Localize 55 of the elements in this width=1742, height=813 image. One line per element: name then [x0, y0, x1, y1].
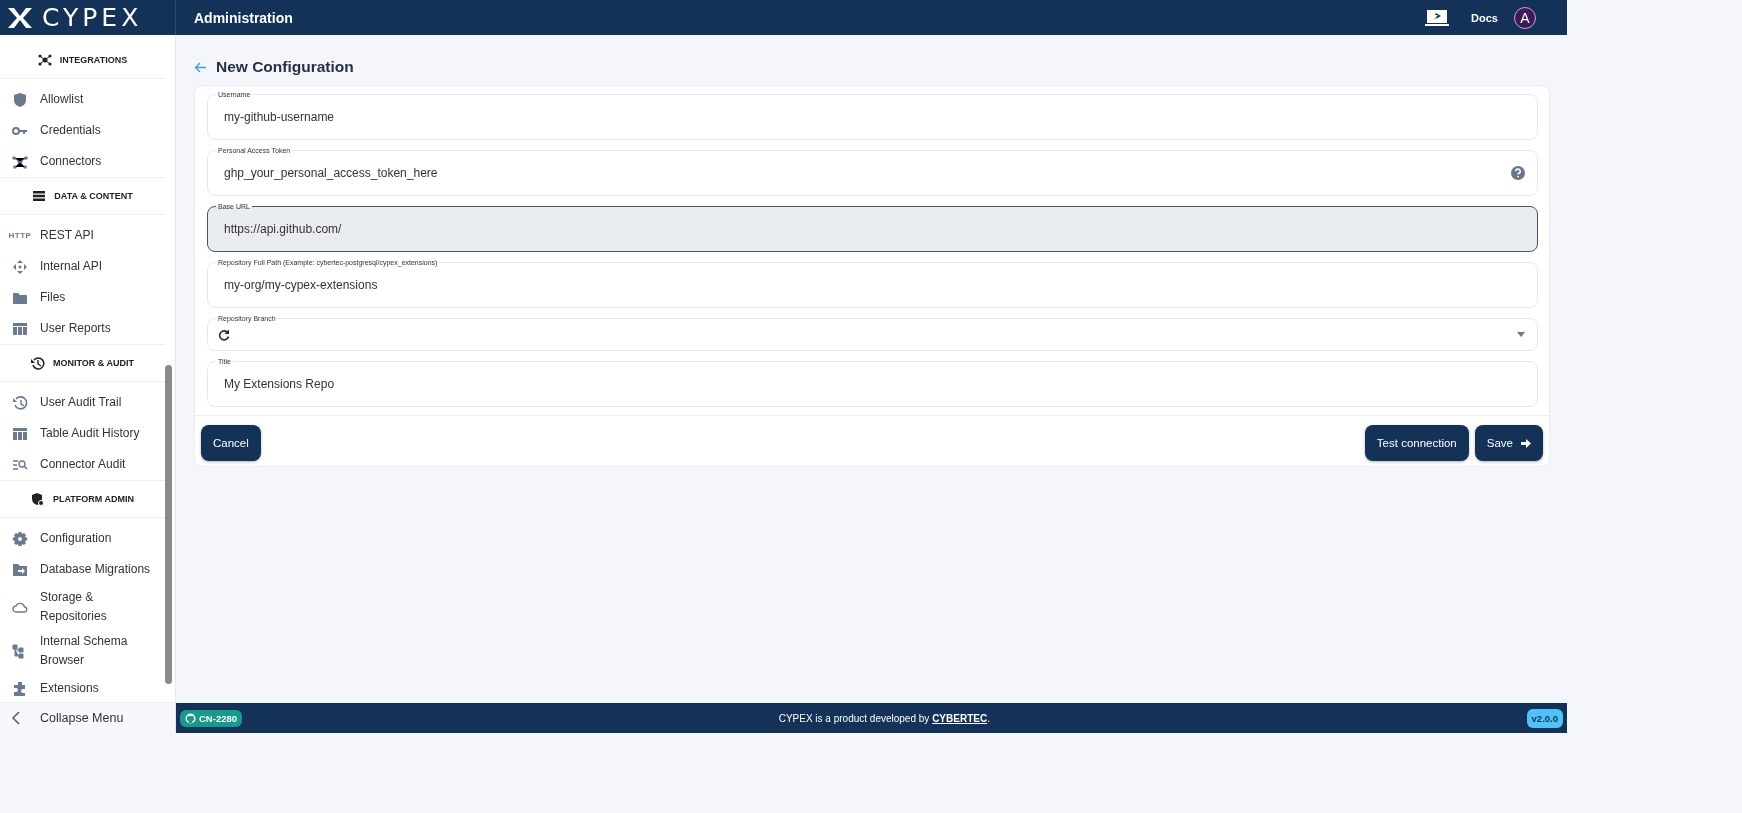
section-title: INTEGRATIONS — [59, 55, 128, 65]
menu-icon — [12, 153, 28, 170]
section-icon — [32, 189, 47, 203]
select-field[interactable] — [207, 318, 1538, 351]
page-title: New Configuration — [216, 58, 354, 76]
menu-icon — [12, 320, 28, 337]
docs-link[interactable]: Docs — [1471, 11, 1498, 24]
help-icon[interactable] — [1511, 166, 1525, 180]
sidebar-item[interactable]: Extensions — [0, 673, 165, 702]
sidebar-item[interactable]: Credentials — [0, 115, 165, 146]
cancel-button[interactable]: Cancel — [201, 425, 261, 461]
page-header-title: Administration — [194, 9, 294, 26]
sidebar-item[interactable]: Allowlist — [0, 84, 165, 115]
section-icon — [31, 492, 45, 506]
section-title: DATA & CONTENT — [54, 191, 133, 201]
arrow-right-icon — [1521, 438, 1531, 448]
sidebar-item[interactable]: Internal Schema Browser — [0, 629, 165, 673]
refresh-icon[interactable] — [218, 328, 230, 341]
menu-icon — [12, 561, 28, 578]
save-button[interactable]: Save — [1474, 425, 1543, 461]
version-badge: v2.0.0 — [1526, 708, 1563, 728]
logo-text: CYPEX — [42, 3, 143, 32]
sidebar-item[interactable]: Configuration — [0, 523, 165, 554]
section-title: PLATFORM ADMIN — [53, 494, 134, 504]
section-title: MONITOR & AUDIT — [53, 358, 134, 368]
sidebar-item[interactable]: Connector Audit — [0, 449, 165, 480]
menu-icon — [12, 530, 28, 547]
collapse-menu-button[interactable]: Collapse Menu — [0, 702, 175, 733]
build-badge[interactable]: CN-2280 — [180, 709, 243, 727]
sidebar-item[interactable]: Database Migrations — [0, 554, 165, 585]
dropdown-caret-icon — [1517, 332, 1525, 337]
http-icon: HTTP — [8, 226, 32, 245]
sidebar-item[interactable]: Connectors — [0, 146, 165, 177]
logo-icon — [6, 5, 34, 30]
menu-icon — [12, 258, 28, 275]
section-icon — [37, 53, 52, 67]
sidebar-item[interactable]: Table Audit History — [0, 418, 165, 449]
menu-icon — [12, 91, 28, 108]
sidebar-item[interactable]: Files — [0, 282, 165, 313]
footer-text: CYPEX is a product developed by CYBERTEC. — [777, 712, 991, 724]
test-connection-button[interactable]: Test connection — [1364, 425, 1469, 461]
menu-icon — [12, 680, 28, 697]
menu-icon — [12, 425, 28, 442]
avatar[interactable]: A — [1514, 6, 1536, 29]
sidebar-item[interactable]: Internal API — [0, 251, 165, 282]
sidebar-item[interactable]: User Reports — [0, 313, 165, 344]
sidebar-item[interactable]: HTTP REST API — [0, 220, 165, 251]
back-arrow-icon[interactable] — [194, 61, 207, 73]
input-field[interactable]: ghp_your_personal_access_token_here — [224, 166, 1511, 180]
sidebar-item[interactable]: Storage & Repositories — [0, 585, 165, 629]
sidebar-item[interactable]: User Audit Trail — [0, 387, 165, 418]
section-icon — [31, 356, 45, 370]
presentation-icon[interactable] — [1425, 8, 1450, 27]
menu-icon — [12, 394, 28, 411]
chevron-left-icon — [12, 711, 20, 725]
